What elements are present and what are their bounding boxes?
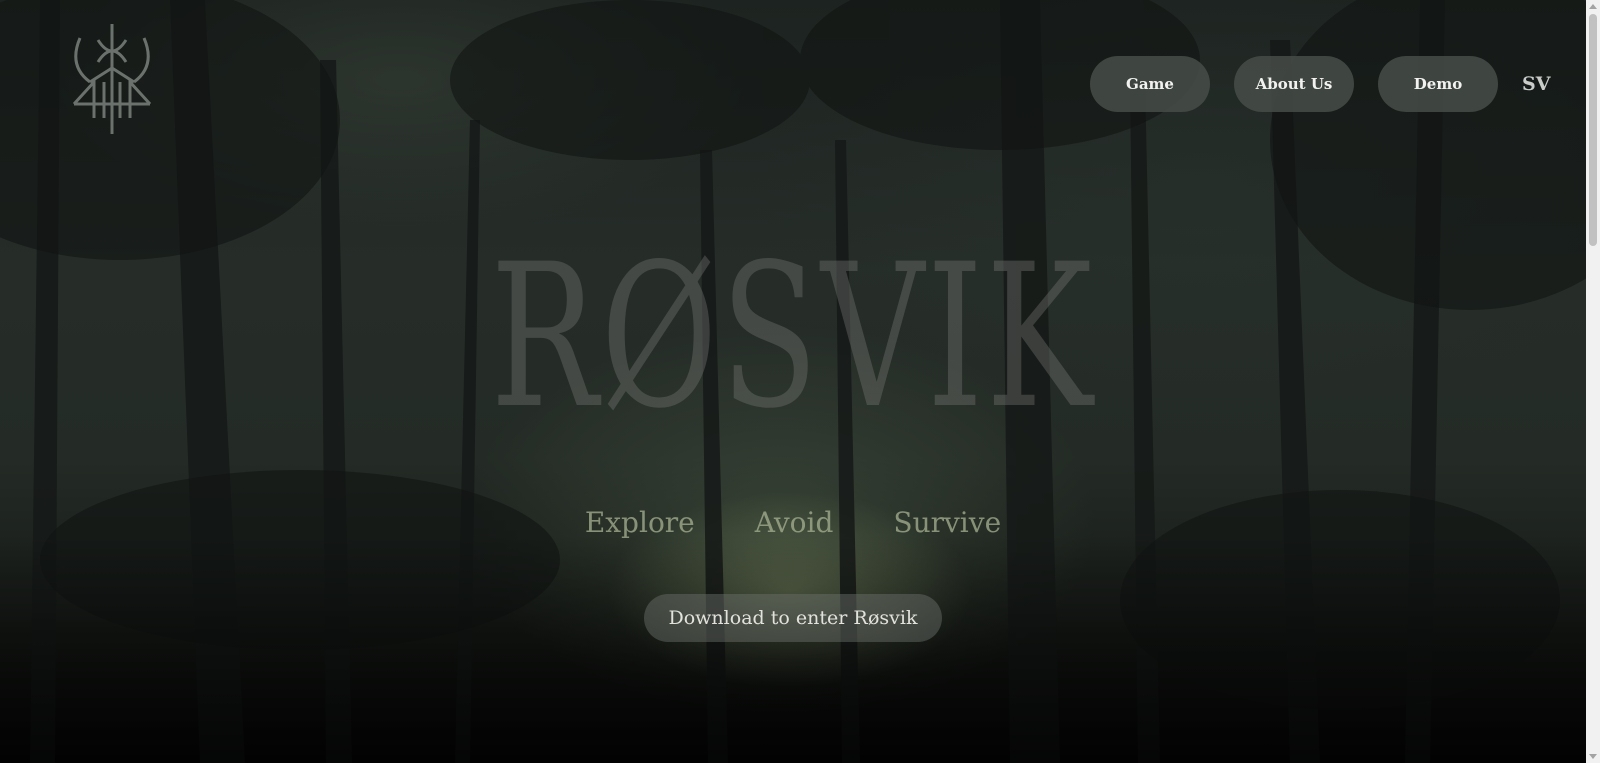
game-title: RØSVIK	[490, 221, 1096, 452]
tagline-survive: Survive	[893, 506, 1002, 539]
page: Game About Us Demo SV RØSVIK Explore Avo…	[0, 0, 1600, 763]
page-scrollbar[interactable]	[1586, 0, 1600, 763]
tagline-explore: Explore	[584, 506, 695, 539]
runic-logo-icon[interactable]	[70, 18, 154, 138]
scroll-thumb[interactable]	[1589, 14, 1597, 246]
scroll-up-arrow-icon[interactable]	[1589, 4, 1597, 9]
main-navigation: Game About Us Demo SV	[1090, 56, 1550, 112]
language-switch[interactable]: SV	[1522, 73, 1550, 95]
nav-button-about-us[interactable]: About Us	[1234, 56, 1354, 112]
taglines: Explore Avoid Survive	[0, 506, 1586, 539]
nav-button-demo[interactable]: Demo	[1378, 56, 1498, 112]
download-button[interactable]: Download to enter Røsvik	[644, 594, 942, 642]
scroll-down-arrow-icon[interactable]	[1589, 754, 1597, 759]
tagline-avoid: Avoid	[754, 506, 834, 539]
nav-button-game[interactable]: Game	[1090, 56, 1210, 112]
